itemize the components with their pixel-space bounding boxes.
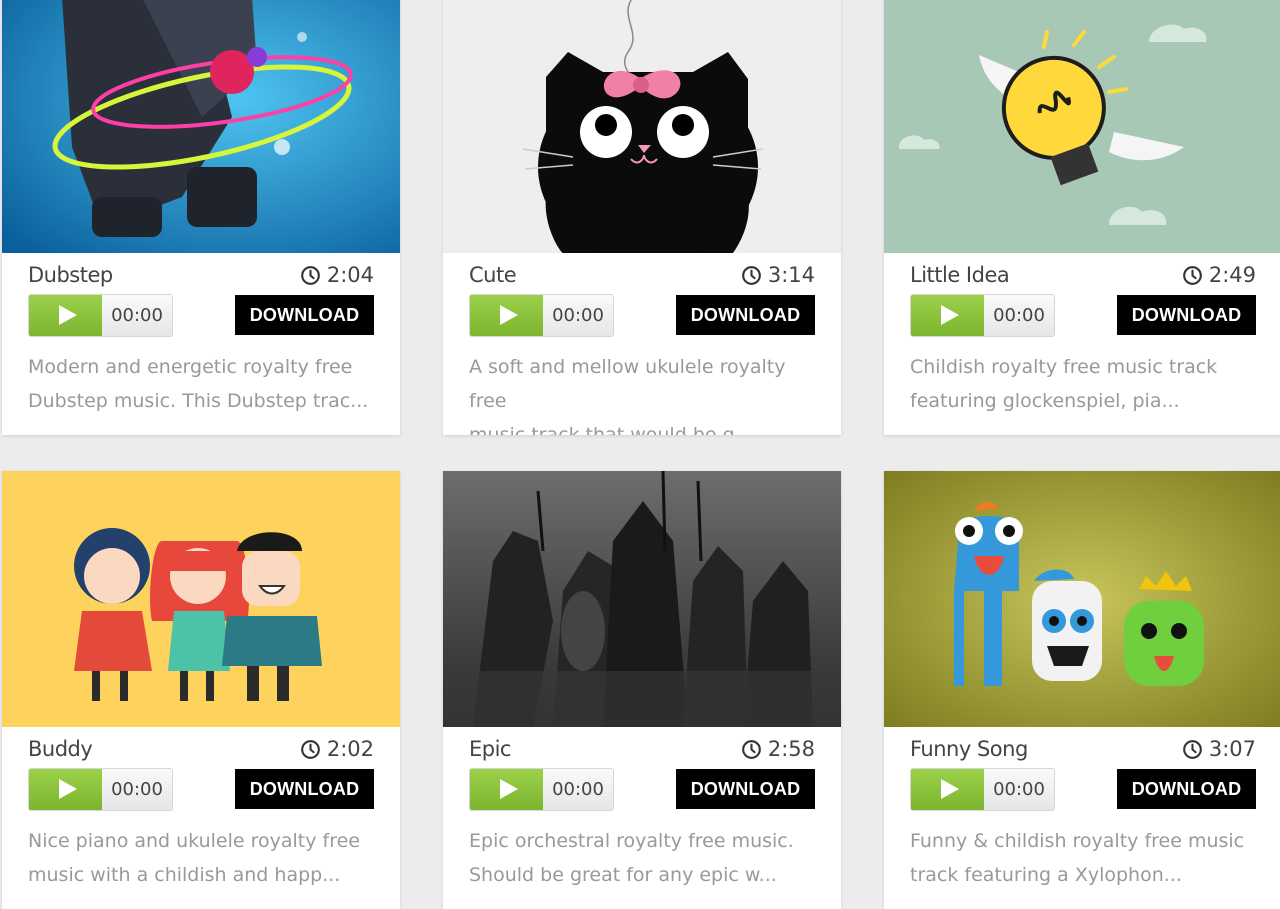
download-button[interactable]: DOWNLOAD (676, 295, 815, 335)
cute-cat-artwork (443, 0, 841, 253)
buddy-friends-artwork (2, 471, 400, 727)
audio-player: 00:00 (28, 293, 173, 337)
track-description: Childish royalty free music track featur… (910, 350, 1256, 430)
clock-icon (1182, 739, 1202, 759)
playback-time: 00:00 (102, 768, 172, 810)
description-line-1: Funny & childish royalty free music (910, 830, 1245, 852)
description-line-2: music with a childish and happ... (28, 864, 341, 886)
play-button[interactable] (29, 294, 102, 336)
track-card-dubstep: Dubstep 2:04 00:00 DOWNLOAD Modern and e… (2, 0, 400, 435)
description-line-2: Should be great for any epic w... (469, 864, 777, 886)
dubstep-artwork (2, 0, 400, 253)
track-description: A soft and mellow ukulele royalty free m… (469, 350, 815, 435)
track-description: Funny & childish royalty free music trac… (910, 824, 1256, 904)
track-description: Epic orchestral royalty free music. Shou… (469, 824, 815, 904)
audio-player: 00:00 (469, 293, 614, 337)
description-line-1: Epic orchestral royalty free music. (469, 830, 794, 852)
track-title: Cute (469, 263, 517, 287)
clock-icon (741, 265, 761, 285)
duration-text: 3:07 (1208, 737, 1256, 761)
clock-icon (300, 265, 320, 285)
description-line-2: music track that would be g... (469, 424, 753, 435)
playback-time: 00:00 (984, 294, 1054, 336)
play-button[interactable] (470, 294, 543, 336)
track-card-cute: Cute 3:14 00:00 DOWNLOAD A soft and mell… (443, 0, 841, 435)
track-title: Buddy (28, 737, 93, 761)
download-button[interactable]: DOWNLOAD (1117, 769, 1256, 809)
description-line-1: A soft and mellow ukulele royalty free (469, 356, 786, 412)
track-duration: 2:58 (741, 737, 815, 761)
track-duration: 3:07 (1182, 737, 1256, 761)
duration-text: 2:58 (767, 737, 815, 761)
duration-text: 2:04 (326, 263, 374, 287)
description-line-1: Nice piano and ukulele royalty free (28, 830, 360, 852)
track-description: Modern and energetic royalty free Dubste… (28, 350, 374, 430)
playback-time: 00:00 (543, 294, 613, 336)
download-button[interactable]: DOWNLOAD (676, 769, 815, 809)
play-icon (499, 305, 518, 325)
description-line-2: Dubstep music. This Dubstep trac... (28, 390, 369, 412)
track-thumbnail-buddy[interactable] (2, 471, 400, 727)
clock-icon (1182, 265, 1202, 285)
description-line-2: featuring glockenspiel, pia... (910, 390, 1180, 412)
download-button[interactable]: DOWNLOAD (235, 295, 374, 335)
playback-time: 00:00 (543, 768, 613, 810)
duration-text: 2:49 (1208, 263, 1256, 287)
track-thumbnail-cute[interactable] (443, 0, 841, 253)
clock-icon (741, 739, 761, 759)
track-duration: 2:02 (300, 737, 374, 761)
track-duration: 2:04 (300, 263, 374, 287)
audio-player: 00:00 (910, 293, 1055, 337)
download-button[interactable]: DOWNLOAD (235, 769, 374, 809)
track-duration: 3:14 (741, 263, 815, 287)
play-icon (940, 779, 959, 799)
track-title: Dubstep (28, 263, 113, 287)
duration-text: 3:14 (767, 263, 815, 287)
epic-knights-artwork (443, 471, 841, 727)
play-button[interactable] (29, 768, 102, 810)
clock-icon (300, 739, 320, 759)
description-line-1: Childish royalty free music track (910, 356, 1218, 378)
track-thumbnail-epic[interactable] (443, 471, 841, 727)
audio-player: 00:00 (28, 767, 173, 811)
track-title: Funny Song (910, 737, 1028, 761)
download-button[interactable]: DOWNLOAD (1117, 295, 1256, 335)
track-title: Epic (469, 737, 511, 761)
track-thumbnail-dubstep[interactable] (2, 0, 400, 253)
duration-text: 2:02 (326, 737, 374, 761)
playback-time: 00:00 (984, 768, 1054, 810)
track-card-epic: Epic 2:58 00:00 DOWNLOAD Epic orchestral… (443, 471, 841, 909)
play-button[interactable] (911, 294, 984, 336)
play-icon (58, 779, 77, 799)
play-button[interactable] (470, 768, 543, 810)
track-card-little-idea: Little Idea 2:49 00:00 DOWNLOAD Childish… (884, 0, 1280, 435)
track-card-funny-song: Funny Song 3:07 00:00 DOWNLOAD Funny & c… (884, 471, 1280, 909)
track-thumbnail-funny-song[interactable] (884, 471, 1280, 727)
funny-monsters-artwork (884, 471, 1280, 727)
playback-time: 00:00 (102, 294, 172, 336)
track-thumbnail-little-idea[interactable] (884, 0, 1280, 253)
lightbulb-artwork (884, 0, 1280, 253)
track-card-buddy: Buddy 2:02 00:00 DOWNLOAD Nice piano and… (2, 471, 400, 909)
track-description: Nice piano and ukulele royalty free musi… (28, 824, 374, 904)
play-icon (499, 779, 518, 799)
play-icon (940, 305, 959, 325)
audio-player: 00:00 (469, 767, 614, 811)
play-icon (58, 305, 77, 325)
track-title: Little Idea (910, 263, 1010, 287)
track-duration: 2:49 (1182, 263, 1256, 287)
description-line-1: Modern and energetic royalty free (28, 356, 353, 378)
description-line-2: track featuring a Xylophon... (910, 864, 1182, 886)
play-button[interactable] (911, 768, 984, 810)
audio-player: 00:00 (910, 767, 1055, 811)
